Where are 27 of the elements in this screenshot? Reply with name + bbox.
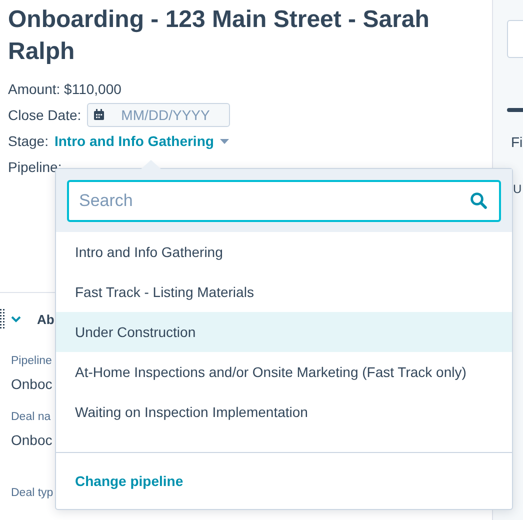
search-field[interactable]: Search: [67, 180, 501, 222]
menu-option[interactable]: Under Construction: [56, 312, 512, 352]
menu-option[interactable]: Intro and Info Gathering: [56, 232, 512, 272]
sidebar-text: U: [513, 182, 523, 196]
chevron-icon[interactable]: [11, 316, 21, 322]
field-label: Deal typ: [11, 486, 54, 501]
search-icon[interactable]: [470, 192, 487, 209]
menu-option[interactable]: Fast Track - Listing Materials: [56, 272, 512, 312]
menu-option[interactable]: At-Home Inspections and/or Onsite Marketing (Fast Track only): [56, 352, 512, 392]
change-pipeline-link[interactable]: Change pipeline: [75, 473, 184, 489]
stage-dropdown[interactable]: Intro and Info Gathering: [54, 133, 229, 149]
section-title: Ab: [37, 312, 54, 326]
record-title: Onboarding - 123 Main Street - Sarah Ralph: [8, 5, 430, 67]
calendar-icon: [94, 109, 104, 120]
field-value: Onboc: [11, 375, 52, 394]
stage-label: Stage:: [8, 133, 48, 149]
sidebar-text: Fi: [511, 134, 523, 150]
amount-text: Amount: $110,000: [8, 81, 122, 97]
close-date-label: Close Date:: [8, 107, 82, 123]
menu-option[interactable]: Waiting on Inspection Implementation: [56, 392, 512, 432]
field-value: Onboc: [11, 431, 52, 450]
pipeline-label: Pipeline:: [8, 159, 62, 175]
date-field[interactable]: MM/DD/YYYY: [87, 103, 230, 127]
field-label: Deal na: [11, 410, 51, 425]
field-label: Pipeline: [11, 354, 52, 369]
caret-icon: [220, 138, 229, 144]
drag-handle-icon[interactable]: [0, 309, 5, 329]
